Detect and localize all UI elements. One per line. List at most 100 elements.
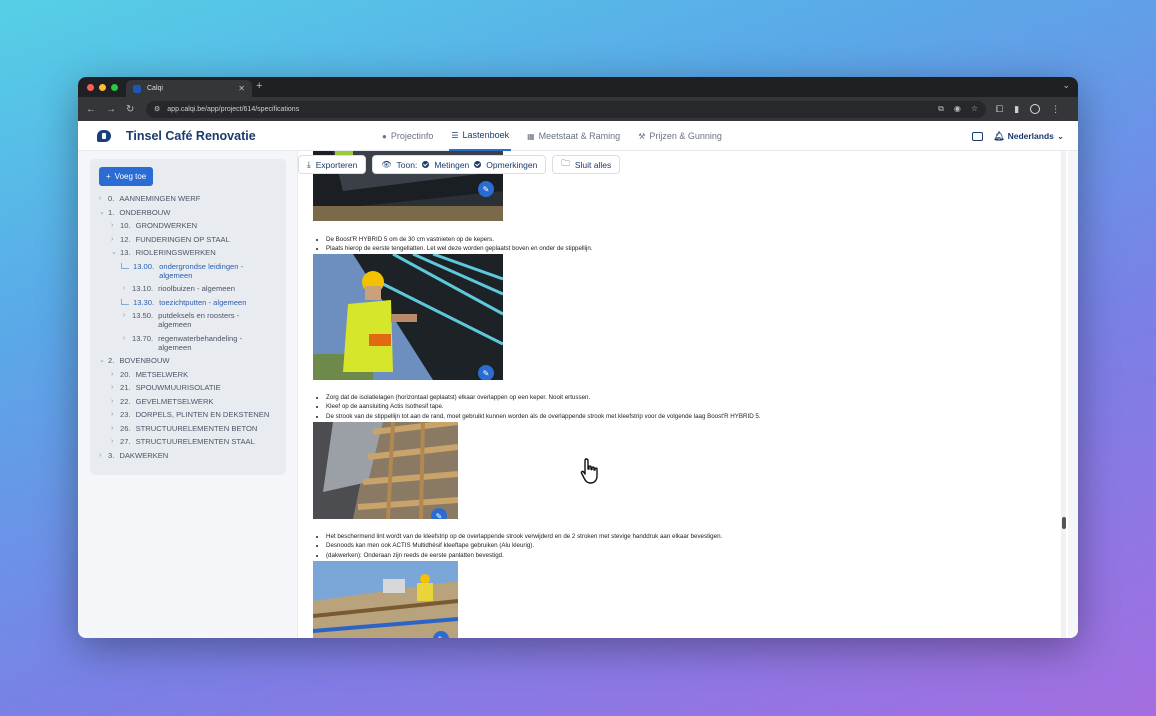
measurements-checkbox[interactable]	[422, 161, 430, 168]
edit-image-button[interactable]: ✎	[431, 508, 447, 519]
tree-code: 12.	[120, 234, 131, 244]
reload-icon[interactable]: ↻	[126, 104, 134, 115]
tab-projectinfo[interactable]: ● Projectinfo	[380, 121, 435, 151]
tree-item[interactable]: › 27. STRUCTUURELEMENTEN STAAL	[99, 437, 277, 446]
chat-icon[interactable]	[972, 131, 984, 141]
eye-icon: 👁︎	[381, 160, 392, 169]
remarks-label[interactable]: Opmerkingen	[486, 160, 537, 170]
close-window-button[interactable]	[87, 84, 94, 91]
tab-meetstaat[interactable]: ▦ Meetstaat & Raming	[525, 121, 622, 151]
maximize-window-button[interactable]	[111, 84, 118, 91]
list-item: Kleef op de aansluiting Actis Isothesif …	[326, 402, 761, 411]
edit-image-button[interactable]: ✎	[478, 365, 494, 380]
chevron-right-icon[interactable]: ›	[123, 284, 132, 293]
main-nav: ● Projectinfo ☰ Lastenboek ▦ Meetstaat &…	[380, 121, 724, 151]
construction-photo: ✎	[313, 561, 458, 638]
measurements-label[interactable]: Metingen	[434, 160, 469, 170]
close-icon[interactable]: ✕	[238, 84, 245, 93]
url-text: app.calqi.be/app/project/614/specificati…	[167, 105, 300, 113]
add-button[interactable]: + Voeg toe	[99, 167, 154, 186]
tree-item[interactable]: › 13.10. rioolbuizen - algemeen	[99, 284, 277, 293]
chevron-right-icon[interactable]: ›	[99, 194, 108, 203]
kebab-menu-icon[interactable]: ⋮	[1051, 104, 1060, 115]
open-in-app-icon[interactable]: ⧉	[938, 104, 944, 114]
chevron-right-icon[interactable]: ›	[111, 235, 120, 244]
scrollbar-thumb[interactable]	[1062, 517, 1066, 529]
back-arrow-icon[interactable]: ←	[86, 104, 96, 115]
tree-item[interactable]: ⌄ 1. ONDERBOUW	[99, 208, 277, 217]
tree-item[interactable]: › 23. DORPELS, PLINTEN EN DEKSTENEN	[99, 410, 277, 419]
close-all-button[interactable]: 🗀 Sluit alles	[552, 155, 621, 174]
location-icon[interactable]: ◉	[954, 104, 961, 114]
edit-image-button[interactable]: ✎	[478, 181, 494, 197]
site-settings-icon[interactable]: ⚙	[154, 105, 160, 113]
tree-item[interactable]: › 13.70. regenwaterbehandeling - algemeen	[99, 334, 277, 352]
remarks-checkbox[interactable]	[474, 161, 482, 168]
tree-item[interactable]: › 12. FUNDERINGEN OP STAAL	[99, 235, 277, 244]
tree-item[interactable]: › 20. METSELWERK	[99, 370, 277, 379]
info-circle-icon: ●	[382, 131, 387, 141]
profile-avatar[interactable]	[1030, 104, 1041, 114]
chevron-right-icon[interactable]: ›	[123, 334, 132, 343]
tree-label: FUNDERINGEN OP STAAL	[135, 234, 230, 244]
list-item: Zorg dat de isolatielagen (horizontaal g…	[326, 393, 761, 402]
tree-label: RIOLERINGSWERKEN	[135, 248, 216, 257]
tree-item[interactable]: ⌄ 13. RIOLERINGSWERKEN	[99, 248, 277, 257]
forward-arrow-icon[interactable]: →	[106, 104, 116, 115]
window-controls	[87, 84, 118, 91]
list-item: Het beschermend lint wordt van de kleefs…	[326, 532, 722, 541]
bell-icon: 🔔︎	[993, 130, 1005, 141]
tree-code: 22.	[120, 396, 131, 406]
tree-label: AANNEMINGEN WERF	[119, 194, 201, 203]
tree-item[interactable]: › 13.50. putdeksels en roosters - algemeen	[99, 311, 277, 329]
tree-item[interactable]: › 21. SPOUWMUURISOLATIE	[99, 383, 277, 392]
star-icon[interactable]: ☆	[971, 104, 978, 114]
instruction-list: Zorg dat de isolatielagen (horizontaal g…	[318, 393, 761, 421]
calqi-logo-icon[interactable]	[97, 129, 111, 142]
tree-item[interactable]: 13.00. ondergrondse leidingen - algemeen	[99, 262, 277, 280]
tab-prijzen[interactable]: ⚒ Prijzen & Gunning	[636, 121, 724, 151]
tree-item[interactable]: › 22. GEVELMETSELWERK	[99, 397, 277, 406]
chevron-right-icon[interactable]: ›	[111, 221, 120, 230]
specification-content: ✎ De Boost'R HYBRID 5 om de 30 cm vastni…	[297, 151, 1068, 638]
export-button[interactable]: ⤓ Exporteren	[298, 155, 367, 174]
chevron-right-icon[interactable]: ›	[99, 451, 108, 460]
tab-strip: Calqi ✕ + ⌄	[78, 77, 1078, 97]
extensions-icon[interactable]: ⧠	[996, 104, 1003, 115]
chevron-right-icon[interactable]: ›	[123, 311, 132, 320]
tree-item[interactable]: › 3. DAKWERKEN	[99, 451, 277, 460]
chevron-right-icon[interactable]: ›	[111, 370, 120, 379]
hand-pointer-icon	[580, 458, 598, 484]
tree-code: 2.	[108, 356, 115, 365]
chevron-right-icon[interactable]: ›	[111, 397, 120, 406]
project-title: Tinsel Café Renovatie	[126, 128, 256, 143]
chevron-down-icon[interactable]: ⌄	[99, 356, 108, 365]
tree-connector	[121, 262, 129, 269]
browser-tab[interactable]: Calqi ✕	[126, 80, 252, 97]
url-input[interactable]: ⚙ app.calqi.be/app/project/614/specifica…	[146, 100, 986, 118]
tree-code: 10.	[120, 221, 131, 230]
address-bar: ← → ↻ ⚙ app.calqi.be/app/project/614/spe…	[78, 97, 1078, 121]
minimize-window-button[interactable]	[99, 84, 106, 91]
vertical-scrollbar[interactable]	[1061, 151, 1066, 638]
plus-icon[interactable]: +	[256, 80, 262, 92]
chevron-down-icon[interactable]: ⌄	[111, 248, 120, 257]
tree-label: GEVELMETSELWERK	[135, 396, 214, 406]
chevron-down-icon[interactable]: ⌄	[1062, 80, 1070, 91]
tab-lastenboek[interactable]: ☰ Lastenboek	[449, 121, 512, 151]
gavel-icon: ⚒	[638, 131, 646, 141]
list-item: De strook van de stippellijn tot aan de …	[326, 412, 761, 421]
chevron-right-icon[interactable]: ›	[111, 437, 120, 446]
tree-item[interactable]: 13.30. toezichtputten - algemeen	[99, 298, 277, 307]
chevron-right-icon[interactable]: ›	[111, 424, 120, 433]
chevron-down-icon[interactable]: ⌄	[99, 208, 108, 217]
chevron-right-icon[interactable]: ›	[111, 383, 120, 392]
tree-item[interactable]: › 26. STRUCTUURELEMENTEN BETON	[99, 424, 277, 433]
tree-item[interactable]: › 0. AANNEMINGEN WERF	[99, 194, 277, 203]
tree-item[interactable]: › 10. GRONDWERKEN	[99, 221, 277, 230]
tree-item[interactable]: ⌄ 2. BOVENBOUW	[99, 356, 277, 365]
tree-label: regenwaterbehandeling - algemeen	[158, 333, 243, 352]
side-panel-icon[interactable]: ▮	[1014, 104, 1019, 115]
chevron-right-icon[interactable]: ›	[111, 410, 120, 419]
language-selector[interactable]: 🔔︎ Nederlands ⌄	[993, 131, 1064, 142]
